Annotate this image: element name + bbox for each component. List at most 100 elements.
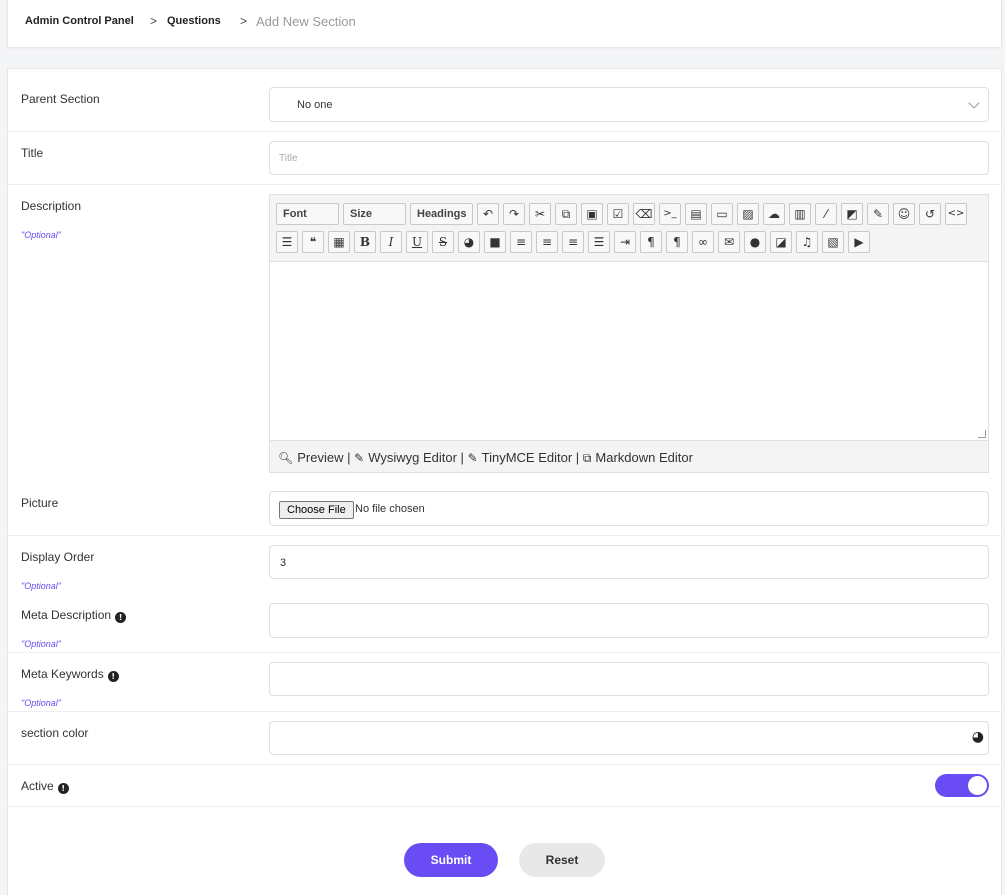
- upload-icon[interactable]: ☁: [763, 203, 785, 225]
- active-text: Active: [21, 779, 54, 793]
- search-icon: 🔍︎: [278, 451, 294, 465]
- music-icon[interactable]: ♫: [796, 231, 818, 253]
- image-icon[interactable]: ▨: [737, 203, 759, 225]
- editor-mode-bar: 🔍︎ Preview | ✎ Wysiwyg Editor | ✎ TinyMCE E…: [278, 450, 693, 466]
- parent-section-label: Parent Section: [21, 92, 100, 106]
- toggle-knob: [968, 776, 987, 795]
- edit-icon[interactable]: ✎: [867, 203, 889, 225]
- description-optional: "Optional": [21, 230, 61, 240]
- chain-link-icon[interactable]: ∞: [692, 231, 714, 253]
- title-input[interactable]: Title: [269, 141, 989, 175]
- cut-icon[interactable]: ✂: [529, 203, 551, 225]
- eraser-icon[interactable]: ⌫: [633, 203, 655, 225]
- breadcrumb-item-questions[interactable]: Questions: [167, 15, 221, 27]
- select-all-icon[interactable]: ☑: [607, 203, 629, 225]
- redo-icon[interactable]: ↷: [503, 203, 525, 225]
- parent-section-select[interactable]: No one: [269, 87, 989, 122]
- meta-keywords-input[interactable]: [269, 662, 989, 696]
- source-code-icon[interactable]: <>: [945, 203, 967, 225]
- font-dropdown[interactable]: Font: [276, 203, 339, 225]
- picture-file-input: Choose File No file chosen: [269, 491, 989, 526]
- align-left-icon[interactable]: ≡: [562, 231, 584, 253]
- section-color-label: section color: [21, 726, 89, 740]
- external-icon[interactable]: ◪: [770, 231, 792, 253]
- description-label: Description: [21, 199, 82, 213]
- note-icon[interactable]: ◩: [841, 203, 863, 225]
- edit-icon: ✎: [354, 451, 365, 465]
- divider: [7, 184, 1002, 185]
- meta-description-input[interactable]: [269, 603, 989, 638]
- tinymce-editor-link[interactable]: TinyMCE Editor: [482, 450, 573, 465]
- envelope-icon[interactable]: ✉: [718, 231, 740, 253]
- info-icon: !: [115, 612, 127, 623]
- rtl-icon[interactable]: ¶: [666, 231, 688, 253]
- separator: |: [460, 450, 464, 465]
- indent-icon[interactable]: ⇥: [614, 231, 636, 253]
- palette-icon[interactable]: ◕: [458, 231, 480, 253]
- quote-icon[interactable]: ❝: [302, 231, 324, 253]
- markdown-icon: ⧉: [582, 451, 592, 465]
- divider: [7, 652, 1002, 653]
- qrcode-icon[interactable]: ▦: [328, 231, 350, 253]
- markdown-editor-link[interactable]: Markdown Editor: [595, 450, 693, 465]
- link-icon[interactable]: ⁄: [815, 203, 837, 225]
- undo-icon[interactable]: ↶: [477, 203, 499, 225]
- editor-textarea[interactable]: [270, 261, 988, 441]
- copy-icon[interactable]: ⧉: [555, 203, 577, 225]
- align-right-icon[interactable]: ≡: [510, 231, 532, 253]
- form-card: [7, 68, 1002, 895]
- display-order-value: 3: [280, 557, 287, 569]
- breadcrumb-separator: >: [240, 14, 248, 28]
- meta-keywords-label: Meta Keywords!: [21, 667, 119, 682]
- comment-icon[interactable]: ●: [744, 231, 766, 253]
- meta-keywords-optional: "Optional": [21, 698, 61, 708]
- movie-icon[interactable]: ▧: [822, 231, 844, 253]
- size-dropdown[interactable]: Size: [343, 203, 406, 225]
- frame-icon[interactable]: ▭: [711, 203, 733, 225]
- code-icon[interactable]: >_: [659, 203, 681, 225]
- italic-icon[interactable]: I: [380, 231, 402, 253]
- info-icon: !: [57, 783, 69, 794]
- wysiwyg-editor-link[interactable]: Wysiwyg Editor: [368, 450, 457, 465]
- display-order-input[interactable]: 3: [269, 545, 989, 579]
- paste-icon[interactable]: ▣: [581, 203, 603, 225]
- divider: [7, 764, 1002, 765]
- active-toggle[interactable]: [935, 774, 989, 797]
- chevron-down-icon: [968, 97, 980, 109]
- divider: [7, 131, 1002, 132]
- editor-toolbar-row-2: ☰ ❝ ▦ B I U S ◕ ■ ≡ ≡ ≡ ☰ ⇥ ¶ ¶ ∞ ✉ ● ◪ …: [276, 231, 870, 253]
- display-order-label: Display Order: [21, 550, 95, 564]
- parent-section-value: No one: [297, 99, 333, 111]
- separator: |: [575, 450, 580, 465]
- template-icon[interactable]: ▤: [685, 203, 707, 225]
- section-color-input[interactable]: ◕: [269, 721, 989, 755]
- palette-icon[interactable]: ◕: [972, 729, 984, 745]
- youtube-icon[interactable]: ▶: [848, 231, 870, 253]
- breadcrumb-item-admin-control-panel[interactable]: Admin Control Panel: [25, 15, 134, 27]
- file-status: No file chosen: [355, 503, 425, 515]
- divider: [7, 711, 1002, 712]
- active-label: Active!: [21, 779, 69, 794]
- reset-button[interactable]: Reset: [519, 843, 605, 877]
- smiley-icon[interactable]: ☺: [893, 203, 915, 225]
- editor-toolbar-row-1: Font Size Headings ↶ ↷ ✂ ⧉ ▣ ☑ ⌫ >_ ▤ ▭ …: [276, 203, 967, 225]
- bold-icon[interactable]: B: [354, 231, 376, 253]
- list-icon[interactable]: ☰: [276, 231, 298, 253]
- history-icon[interactable]: ↺: [919, 203, 941, 225]
- resize-handle[interactable]: [978, 430, 986, 438]
- archive-icon[interactable]: ▥: [789, 203, 811, 225]
- color-square-icon[interactable]: ■: [484, 231, 506, 253]
- underline-icon[interactable]: U: [406, 231, 428, 253]
- choose-file-button[interactable]: Choose File: [279, 501, 354, 519]
- ltr-icon[interactable]: ¶: [640, 231, 662, 253]
- submit-button[interactable]: Submit: [404, 843, 498, 877]
- breadcrumb-current: Add New Section: [256, 14, 356, 29]
- align-center-icon[interactable]: ≡: [536, 231, 558, 253]
- strikethrough-icon[interactable]: S: [432, 231, 454, 253]
- meta-keywords-text: Meta Keywords: [21, 667, 104, 681]
- justify-icon[interactable]: ☰: [588, 231, 610, 253]
- preview-link[interactable]: Preview: [297, 450, 343, 465]
- title-label: Title: [21, 146, 44, 160]
- breadcrumb-separator: >: [150, 14, 158, 28]
- headings-dropdown[interactable]: Headings: [410, 203, 473, 225]
